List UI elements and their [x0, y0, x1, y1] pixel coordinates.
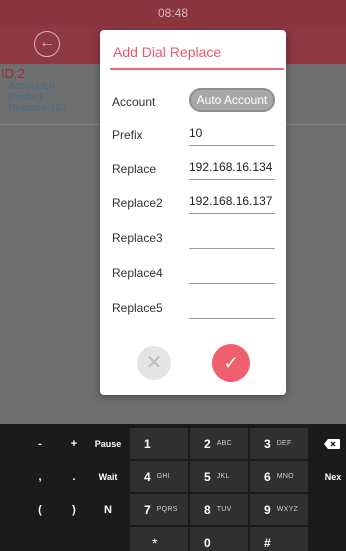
cancel-button[interactable]: ✕	[137, 346, 171, 380]
key-n[interactable]: N	[90, 494, 126, 525]
key-9-letters: WXYZ	[276, 506, 299, 513]
auto-account-button[interactable]: Auto Account	[189, 88, 275, 112]
key-7-letters: PQRS	[156, 506, 178, 513]
key-3-num: 3	[264, 436, 271, 451]
key-6[interactable]: 6 MNO	[250, 461, 308, 492]
replace2-input[interactable]: 192.168.16.137	[189, 188, 275, 214]
key-pause[interactable]: Pause	[90, 428, 126, 459]
entry-replace: Replace:192	[8, 102, 67, 114]
key-6-num: 6	[264, 469, 271, 484]
status-bar: 08:48	[0, 0, 346, 26]
replace2-row: Replace2 192.168.16.137	[112, 188, 282, 218]
replace-label: Replace	[112, 162, 157, 176]
list-item[interactable]: ID:2 Account:0 Prefix:1 Replace:192	[0, 66, 100, 114]
back-arrow-icon[interactable]: ←	[34, 31, 60, 57]
replace5-input[interactable]	[189, 293, 275, 319]
key-2-num: 2	[204, 436, 211, 451]
replace4-row: Replace4	[112, 258, 282, 288]
key-9-num: 9	[264, 502, 271, 517]
replace2-label: Replace2	[112, 196, 163, 210]
replace4-label: Replace4	[112, 266, 163, 280]
backspace-icon	[324, 438, 340, 449]
replace5-label: Replace5	[112, 301, 163, 315]
prefix-label: Prefix	[112, 128, 143, 142]
key-3[interactable]: 3 DEF	[250, 428, 308, 459]
key-open-paren[interactable]: (	[28, 494, 52, 525]
next-key[interactable]: Nex	[320, 461, 346, 492]
replace-input[interactable]: 192.168.16.134	[189, 154, 275, 180]
key-3-letters: DEF	[276, 440, 292, 447]
replace-input-value: 192.168.16.134	[189, 160, 273, 174]
backspace-key[interactable]	[318, 428, 346, 459]
key-minus[interactable]: -	[28, 428, 52, 459]
key-plus[interactable]: +	[62, 428, 86, 459]
key-1[interactable]: 1	[130, 428, 188, 459]
prefix-row: Prefix 10	[112, 120, 282, 150]
key-4-letters: GHI	[156, 473, 171, 480]
key-period[interactable]: .	[62, 461, 86, 492]
key-7-num: 7	[144, 502, 151, 517]
dialpad-keyboard: - + Pause , . Wait ( ) N 1 2 ABC 3 DEF 4 GH…	[0, 424, 346, 551]
key-7[interactable]: 7 PQRS	[130, 494, 188, 525]
key-close-paren[interactable]: )	[62, 494, 86, 525]
entry-id: ID:2	[1, 66, 25, 81]
key-comma[interactable]: ,	[28, 461, 52, 492]
key-1-num: 1	[144, 436, 151, 451]
close-icon: ✕	[145, 352, 163, 374]
replace3-label: Replace3	[112, 231, 163, 245]
key-star[interactable]: *	[130, 527, 188, 551]
key-2-letters: ABC	[216, 440, 232, 447]
key-8-num: 8	[204, 502, 211, 517]
prefix-input[interactable]: 10	[189, 120, 275, 146]
dialog-title: Add Dial Replace	[113, 44, 222, 60]
replace5-row: Replace5	[112, 293, 282, 323]
key-6-letters: MNO	[276, 473, 294, 480]
key-0-num: 0	[204, 535, 211, 550]
title-divider	[110, 68, 284, 70]
key-hash[interactable]: #	[250, 527, 308, 551]
replace3-row: Replace3	[112, 223, 282, 253]
key-4[interactable]: 4 GHI	[130, 461, 188, 492]
prefix-input-value: 10	[189, 126, 203, 140]
replace3-input[interactable]	[189, 223, 275, 249]
key-wait[interactable]: Wait	[90, 461, 126, 492]
key-4-num: 4	[144, 469, 151, 484]
account-label: Account	[112, 95, 156, 109]
check-icon: ✓	[223, 353, 239, 373]
key-5-letters: JKL	[216, 473, 230, 480]
key-5[interactable]: 5 JKL	[190, 461, 248, 492]
key-5-num: 5	[204, 469, 211, 484]
key-0[interactable]: 0	[190, 527, 248, 551]
replace-row: Replace 192.168.16.134	[112, 154, 282, 184]
add-dial-replace-dialog: Add Dial Replace Account Auto Account Pr…	[100, 30, 286, 395]
key-hash-num: #	[264, 535, 271, 550]
confirm-button[interactable]: ✓	[212, 344, 250, 382]
replace4-input[interactable]	[189, 258, 275, 284]
key-2[interactable]: 2 ABC	[190, 428, 248, 459]
account-row: Account Auto Account	[112, 87, 282, 117]
replace2-input-value: 192.168.16.137	[189, 194, 273, 208]
key-9[interactable]: 9 WXYZ	[250, 494, 308, 525]
key-star-num: *	[152, 534, 158, 551]
status-time: 08:48	[157, 6, 189, 20]
key-8[interactable]: 8 TUV	[190, 494, 248, 525]
key-8-letters: TUV	[216, 506, 232, 513]
